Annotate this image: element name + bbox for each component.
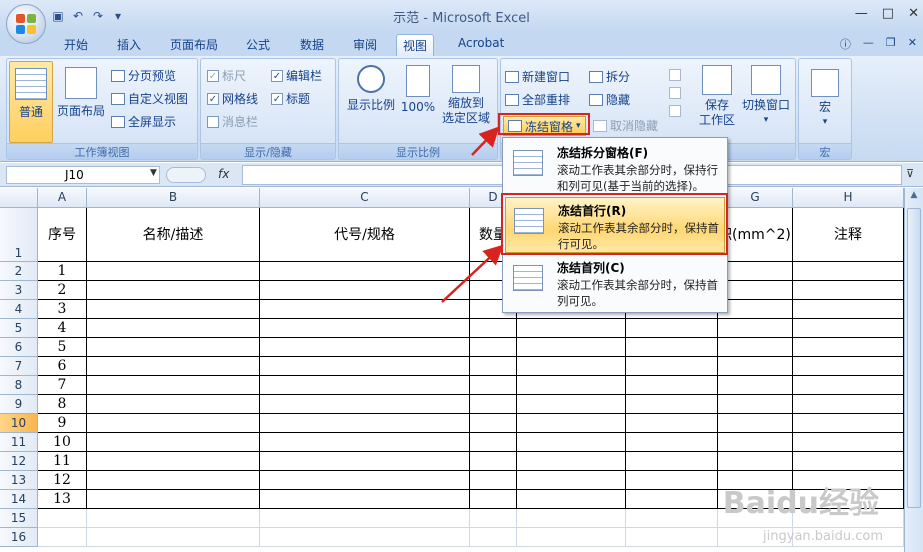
tutorial-arrows — [441, 126, 504, 303]
